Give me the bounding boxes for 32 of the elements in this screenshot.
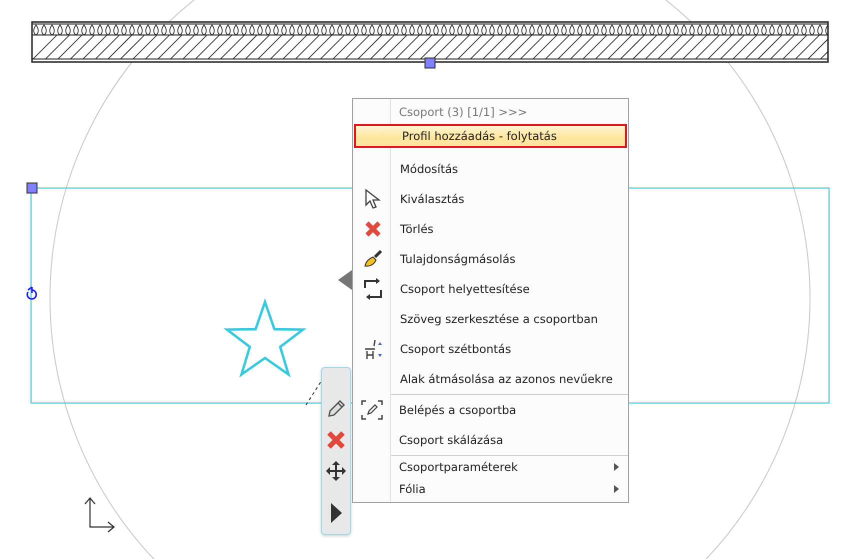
pencil-icon[interactable] [325,398,347,420]
rotate-icon[interactable] [26,286,37,300]
menu-header[interactable]: Csoport (3) [1/1] >>> [353,100,628,124]
move-icon[interactable] [325,460,347,482]
menu-item[interactable]: Csoport helyettesítése [354,274,627,304]
menu-item[interactable]: Csoportparaméterek [353,456,627,478]
grip-handle[interactable] [26,182,38,194]
menu-item[interactable]: Alak átmásolása az azonos nevűekre [354,364,627,394]
menu-item[interactable]: Fólia [353,478,627,500]
submenu-arrow-icon [614,463,619,471]
delete-icon[interactable] [326,430,346,450]
pointer-icon [338,270,352,290]
menu-item[interactable]: Kiválasztás [354,184,627,214]
cursor-icon [364,189,382,209]
menu-item[interactable]: Módosítás [354,154,627,184]
play-icon[interactable] [329,502,343,524]
menu-item[interactable]: Profil hozzáadás - folytatás [354,124,627,148]
menu-item[interactable]: Szöveg szerkesztése a csoportban [354,304,627,334]
menu-item[interactable]: Tulajdonságmásolás [354,244,627,274]
menu-item[interactable]: Csoport skálázása [353,425,627,455]
submenu-arrow-icon [614,485,619,493]
edit-in-frame-icon [361,400,383,420]
delete-icon [364,220,382,238]
axes-icon [84,497,115,533]
menu-item[interactable]: Csoport szétbontás [354,334,627,364]
leader-line [306,380,322,406]
brush-icon [363,249,383,269]
menu-item[interactable]: Belépés a csoportba [353,395,627,425]
grip-handle[interactable] [424,58,436,68]
swap-arrows-icon [362,278,384,300]
ungroup-icon [363,338,383,360]
menu-item[interactable]: Törlés [354,214,627,244]
